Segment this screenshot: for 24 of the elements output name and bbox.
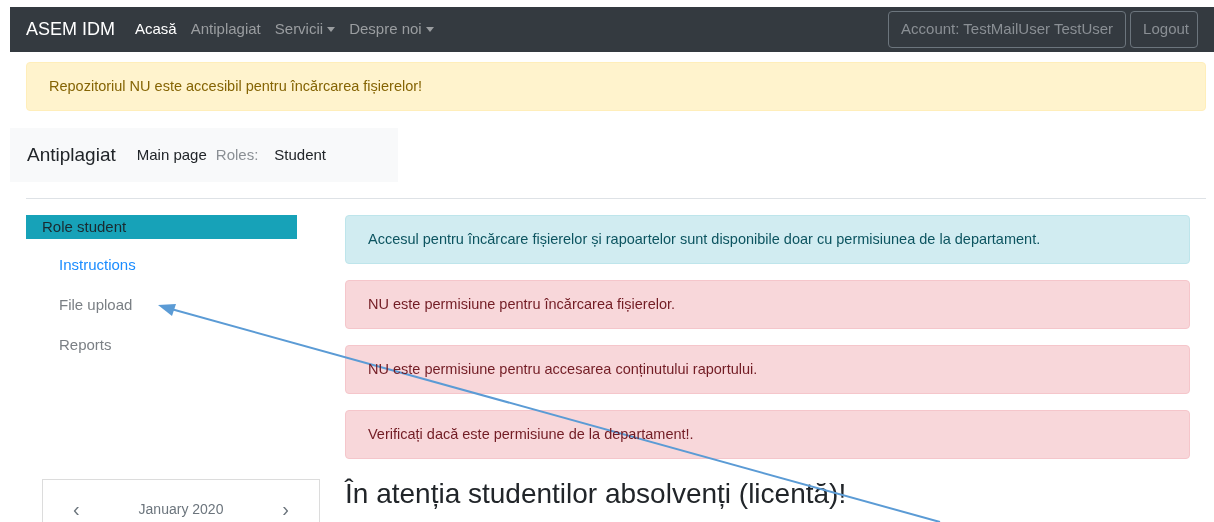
nav-link[interactable]: Servicii [274, 18, 336, 41]
main-page-link[interactable]: Main page [136, 143, 207, 167]
brand[interactable]: ASEM IDM [26, 16, 115, 43]
section-heading: În atenția studentilor absolvenți (licentă)! [345, 477, 848, 511]
account-button[interactable]: Account: TestMailUser TestUser [888, 11, 1127, 48]
sidebar-header: Role student [26, 215, 297, 239]
role-value: Student [274, 144, 327, 165]
warning-alert: Repozitoriul NU este accesibil pentru încărcarea fișierelor! [26, 62, 1206, 111]
next-month-button[interactable]: › [282, 494, 289, 522]
previous-month-button[interactable]: ‹ [73, 494, 80, 522]
nav-link[interactable]: Acasă [135, 18, 177, 41]
nav-link[interactable]: Antiplagiat [190, 18, 261, 41]
sidebar-link[interactable]: File upload [59, 291, 133, 319]
sidebar-link[interactable]: Instructions [59, 251, 136, 279]
roles-label: Roles: [215, 144, 259, 165]
nav-link[interactable]: Despre noi [349, 18, 434, 41]
caret-icon [425, 27, 434, 32]
page-title: Antiplagiat [27, 142, 116, 167]
caret-icon [327, 27, 336, 32]
calendar-month: January 2020 [138, 499, 224, 519]
alert-text: NU este permisiune pentru încărcarea fișierelor. [368, 294, 676, 314]
sidebar-link[interactable]: Reports [59, 331, 112, 359]
alert-text: Accesul pentru încărcare fișierelor și rapoartelor sunt disponibile doar cu permisiunea de la departament. [368, 229, 1041, 249]
logout-button[interactable]: Logout [1130, 11, 1198, 48]
